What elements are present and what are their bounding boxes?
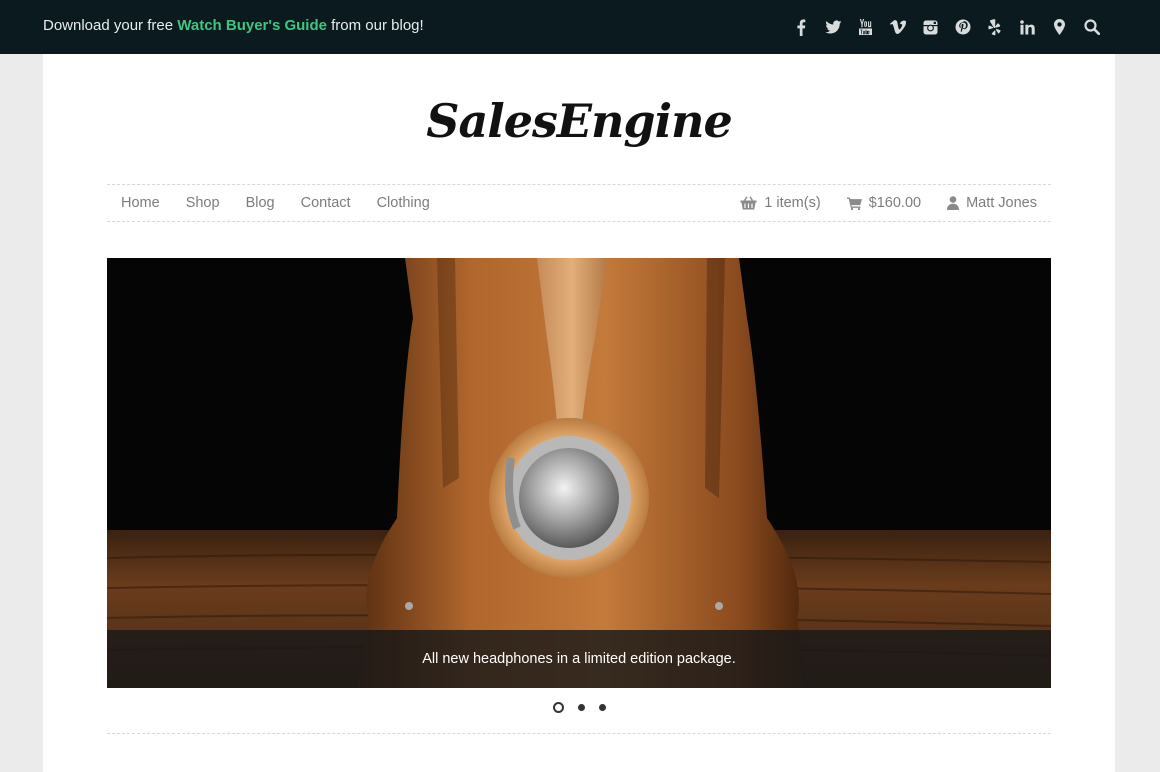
watch-buyers-guide-link[interactable]: Watch Buyer's Guide bbox=[177, 17, 327, 34]
promo-text-before: Download your free bbox=[43, 17, 178, 34]
user-account-link[interactable]: Matt Jones bbox=[947, 195, 1037, 211]
cart-items-link[interactable]: 1 item(s) bbox=[740, 195, 821, 211]
basket-icon bbox=[740, 196, 757, 210]
search-icon[interactable] bbox=[1076, 15, 1108, 39]
section-divider bbox=[107, 733, 1051, 734]
pinterest-icon[interactable] bbox=[947, 15, 979, 39]
slide-dot-1[interactable] bbox=[552, 702, 564, 713]
site-logo[interactable]: SalesEngine bbox=[43, 94, 1115, 148]
main-navigation: Home Shop Blog Contact Clothing 1 item(s… bbox=[107, 184, 1051, 222]
promo-text: Download your free Watch Buyer's Guide f… bbox=[43, 17, 424, 34]
cart-total-link[interactable]: $160.00 bbox=[846, 195, 922, 211]
slide-dot-2[interactable] bbox=[577, 704, 585, 711]
slide-caption: All new headphones in a limited edition … bbox=[422, 651, 736, 667]
map-marker-icon[interactable] bbox=[1043, 15, 1075, 39]
shopping-cart-icon bbox=[846, 197, 862, 210]
user-icon bbox=[947, 196, 960, 210]
linkedin-icon[interactable] bbox=[1011, 15, 1043, 39]
page-container: SalesEngine Home Shop Blog Contact Cloth… bbox=[43, 54, 1115, 772]
slider-pagination bbox=[43, 702, 1115, 713]
youtube-icon[interactable] bbox=[850, 15, 882, 39]
nav-item-clothing[interactable]: Clothing bbox=[377, 195, 430, 211]
top-bar: Download your free Watch Buyer's Guide f… bbox=[0, 0, 1160, 54]
slide-caption-bar: All new headphones in a limited edition … bbox=[107, 630, 1051, 688]
social-links bbox=[785, 15, 1108, 39]
nav-item-blog[interactable]: Blog bbox=[246, 195, 275, 211]
vimeo-icon[interactable] bbox=[882, 15, 914, 39]
nav-menu: Home Shop Blog Contact Clothing bbox=[121, 185, 430, 221]
cart-count: 1 item(s) bbox=[764, 195, 821, 211]
nav-item-home[interactable]: Home bbox=[121, 195, 160, 211]
nav-item-shop[interactable]: Shop bbox=[186, 195, 220, 211]
yelp-icon[interactable] bbox=[979, 15, 1011, 39]
hero-slider[interactable]: All new headphones in a limited edition … bbox=[107, 258, 1051, 688]
promo-text-after: from our blog! bbox=[326, 17, 424, 34]
facebook-icon[interactable] bbox=[785, 15, 817, 39]
user-name: Matt Jones bbox=[966, 195, 1037, 211]
twitter-icon[interactable] bbox=[817, 15, 849, 39]
slide-image bbox=[107, 258, 1051, 688]
cart-total: $160.00 bbox=[868, 195, 922, 211]
nav-item-contact[interactable]: Contact bbox=[301, 195, 351, 211]
slide-dot-3[interactable] bbox=[598, 704, 606, 711]
instagram-icon[interactable] bbox=[914, 15, 946, 39]
nav-account: 1 item(s) $160.00 Matt Jones bbox=[740, 185, 1037, 221]
